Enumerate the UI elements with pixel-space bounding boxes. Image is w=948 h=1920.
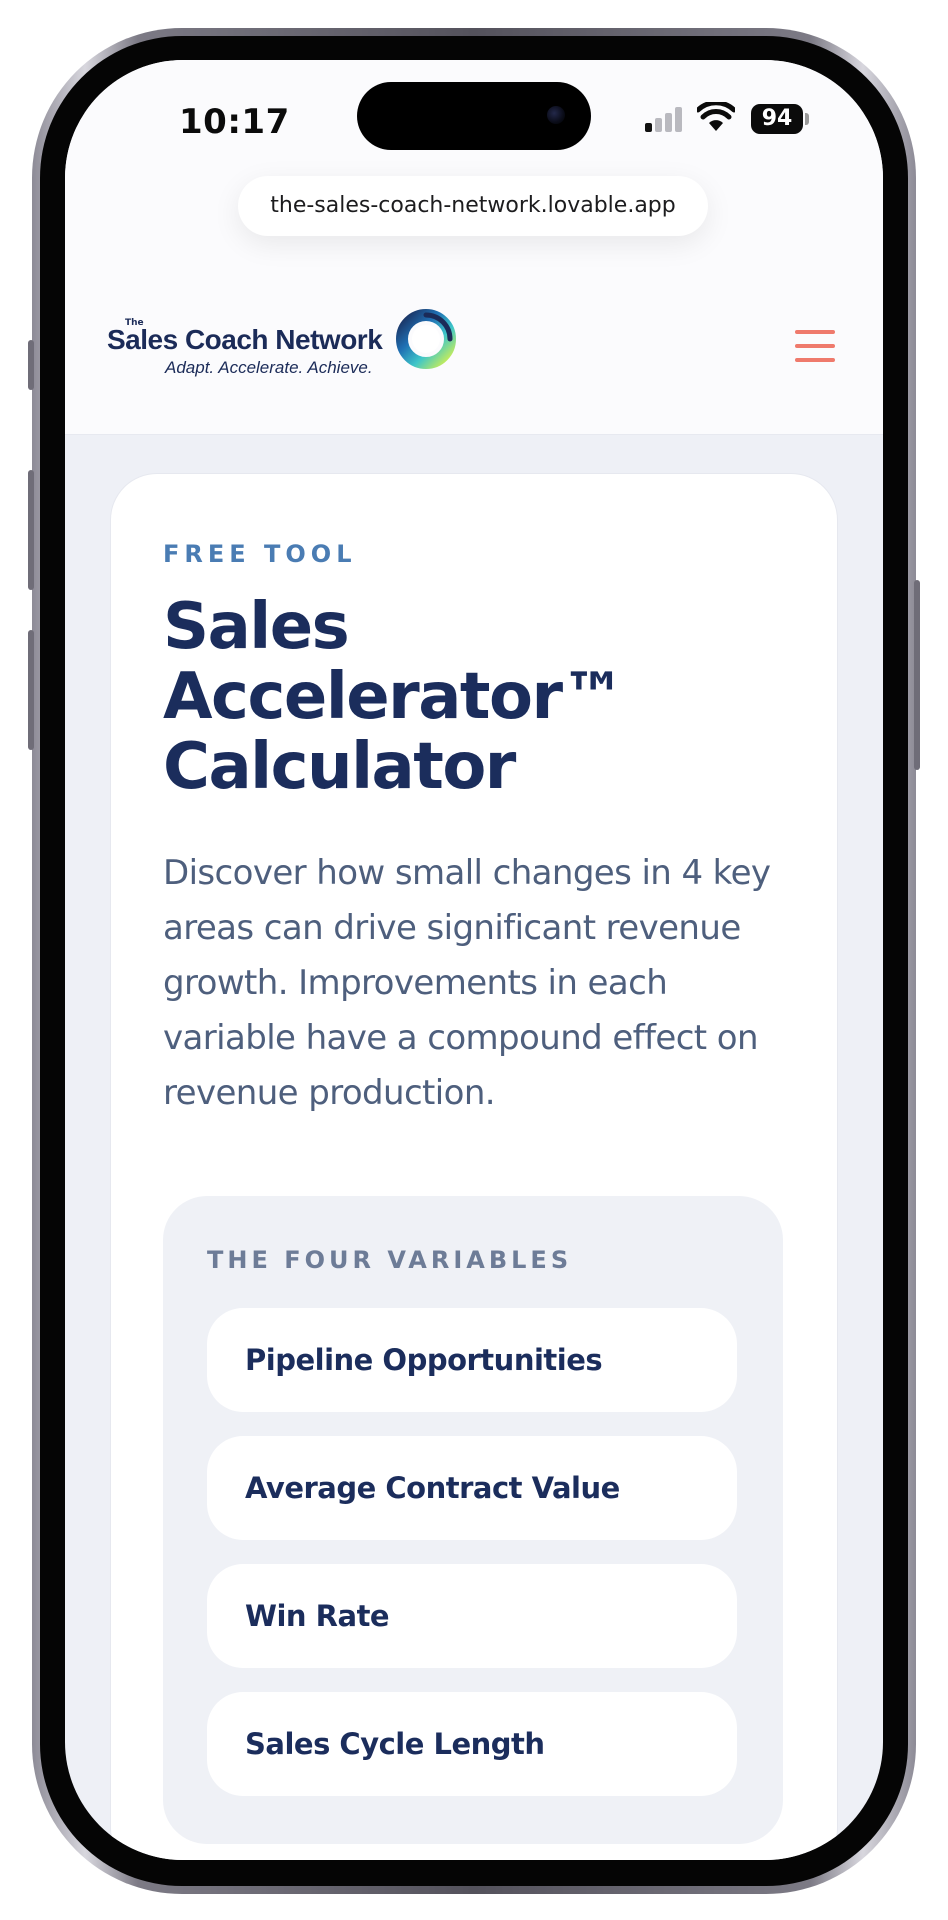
site-logo[interactable]: The Sales Coach Network Adapt. Accelerat… (107, 306, 467, 386)
dynamic-island (357, 82, 591, 150)
top-bar: 10:17 94 the-sales-coach-network.lovable… (65, 60, 883, 435)
action-button (28, 340, 34, 390)
variable-sales-cycle-length[interactable]: Sales Cycle Length (207, 1692, 737, 1796)
variable-win-rate[interactable]: Win Rate (207, 1564, 737, 1668)
variable-label: Pipeline Opportunities (245, 1343, 603, 1377)
front-camera-icon (547, 106, 565, 124)
variables-heading: THE FOUR VARIABLES (207, 1246, 573, 1274)
title-line: Calculator (163, 730, 516, 804)
hero-description: Discover how small changes in 4 key area… (163, 853, 771, 1113)
volume-down-button (28, 630, 34, 750)
variable-label: Win Rate (245, 1599, 390, 1633)
cellular-signal-icon (645, 106, 685, 132)
volume-up-button (28, 470, 34, 590)
hamburger-menu-icon[interactable] (795, 330, 835, 364)
variable-label: Average Contract Value (245, 1471, 620, 1505)
url-text: the-sales-coach-network.lovable.app (270, 193, 676, 218)
phone-screen: 10:17 94 the-sales-coach-network.lovable… (65, 60, 883, 1860)
title-line: Sales (163, 590, 350, 664)
variable-pipeline-opportunities[interactable]: Pipeline Opportunities (207, 1308, 737, 1412)
variable-average-contract-value[interactable]: Average Contract Value (207, 1436, 737, 1540)
page-title: Sales Accelerator™ Calculator (163, 592, 783, 802)
logo-ring-icon (396, 309, 456, 369)
logo-name: Sales Coach Network (107, 324, 383, 355)
four-variables-panel: THE FOUR VARIABLES Pipeline Opportunitie… (163, 1196, 783, 1844)
eyebrow-label: FREE TOOL (163, 540, 357, 568)
variable-label: Sales Cycle Length (245, 1727, 545, 1761)
calculator-intro-card: FREE TOOL Sales Accelerator™ Calculator … (111, 474, 837, 1860)
logo-tagline: Adapt. Accelerate. Achieve. (165, 358, 373, 377)
battery-icon (805, 113, 809, 125)
battery-level: 94 (751, 104, 803, 134)
wifi-icon (697, 102, 735, 131)
address-bar[interactable]: the-sales-coach-network.lovable.app (238, 176, 708, 236)
power-button (914, 580, 920, 770)
status-time: 10:17 (179, 102, 290, 142)
title-line: Accelerator™ (163, 660, 626, 734)
